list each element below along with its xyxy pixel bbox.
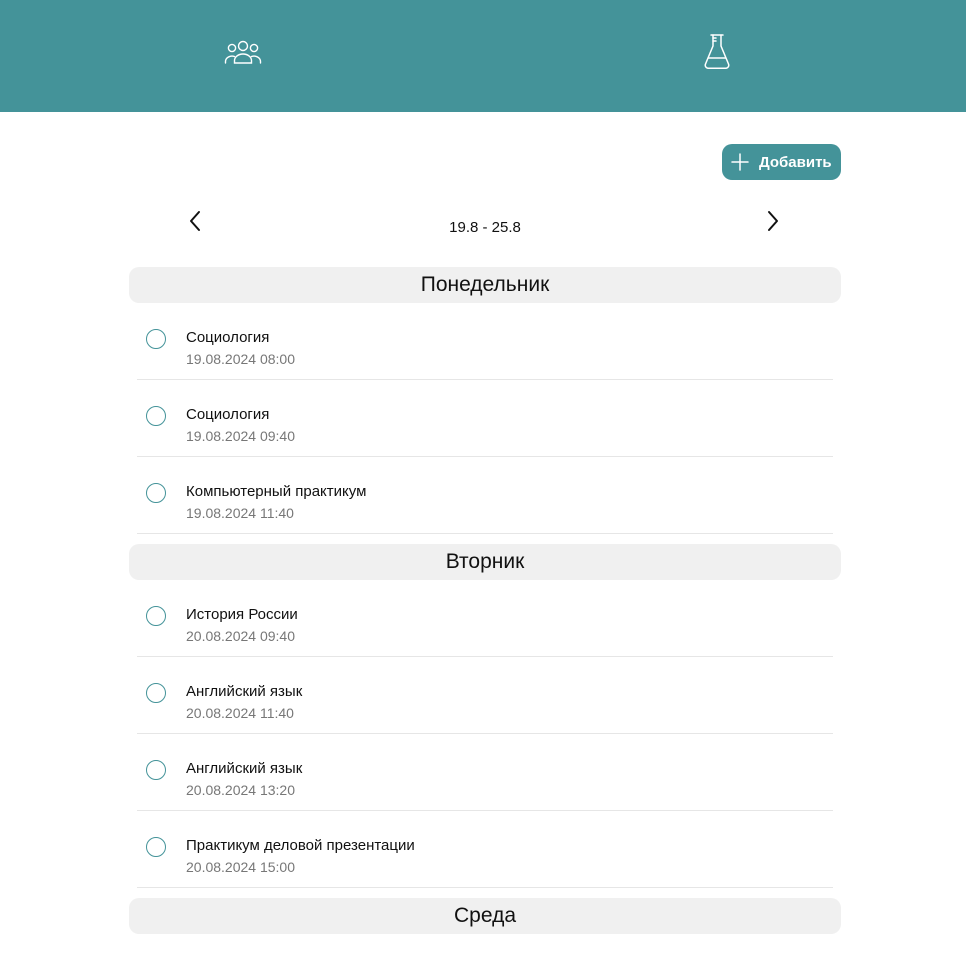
- week-navigator: 19.8 - 25.8: [129, 200, 841, 244]
- list-item[interactable]: Социология 19.08.2024 09:40: [137, 380, 833, 457]
- checkbox[interactable]: [146, 483, 166, 503]
- item-title: Компьютерный практикум: [186, 483, 367, 500]
- plus-icon: [731, 153, 749, 171]
- item-time: 19.08.2024 11:40: [186, 505, 294, 521]
- add-button-label: Добавить: [759, 153, 832, 171]
- item-title: История России: [186, 606, 298, 623]
- list-item[interactable]: Практикум деловой презентации 20.08.2024…: [137, 811, 833, 888]
- top-navigation-bar: [0, 0, 966, 112]
- add-button[interactable]: Добавить: [722, 144, 841, 180]
- week-range: 19.8 - 25.8: [449, 219, 521, 236]
- checkbox[interactable]: [146, 406, 166, 426]
- checkbox[interactable]: [146, 760, 166, 780]
- checkbox[interactable]: [146, 606, 166, 626]
- item-title: Английский язык: [186, 683, 303, 700]
- chevron-right-icon[interactable]: [761, 208, 785, 234]
- item-title: Английский язык: [186, 760, 303, 777]
- day-header-tuesday: Вторник: [129, 544, 841, 580]
- item-time: 19.08.2024 09:40: [186, 428, 295, 444]
- item-time: 19.08.2024 08:00: [186, 351, 295, 367]
- item-title: Социология: [186, 406, 270, 423]
- item-time: 20.08.2024 15:00: [186, 859, 295, 875]
- list-item[interactable]: История России 20.08.2024 09:40: [137, 580, 833, 657]
- day-items-monday: Социология 19.08.2024 08:00 Социология 1…: [129, 303, 841, 534]
- checkbox[interactable]: [146, 329, 166, 349]
- day-header-monday: Понедельник: [129, 267, 841, 303]
- item-time: 20.08.2024 09:40: [186, 628, 295, 644]
- list-item[interactable]: Компьютерный практикум 19.08.2024 11:40: [137, 457, 833, 534]
- list-item[interactable]: Английский язык 20.08.2024 11:40: [137, 657, 833, 734]
- item-time: 20.08.2024 11:40: [186, 705, 294, 721]
- checkbox[interactable]: [146, 837, 166, 857]
- people-icon[interactable]: [221, 30, 265, 74]
- checkbox[interactable]: [146, 683, 166, 703]
- flask-icon[interactable]: [695, 30, 739, 74]
- item-time: 20.08.2024 13:20: [186, 782, 295, 798]
- item-title: Практикум деловой презентации: [186, 837, 415, 854]
- day-header-wednesday: Среда: [129, 898, 841, 934]
- list-item[interactable]: Английский язык 20.08.2024 13:20: [137, 734, 833, 811]
- schedule-list: Понедельник Социология 19.08.2024 08:00 …: [129, 267, 841, 934]
- item-title: Социология: [186, 329, 270, 346]
- day-items-tuesday: История России 20.08.2024 09:40 Английск…: [129, 580, 841, 888]
- list-item[interactable]: Социология 19.08.2024 08:00: [137, 303, 833, 380]
